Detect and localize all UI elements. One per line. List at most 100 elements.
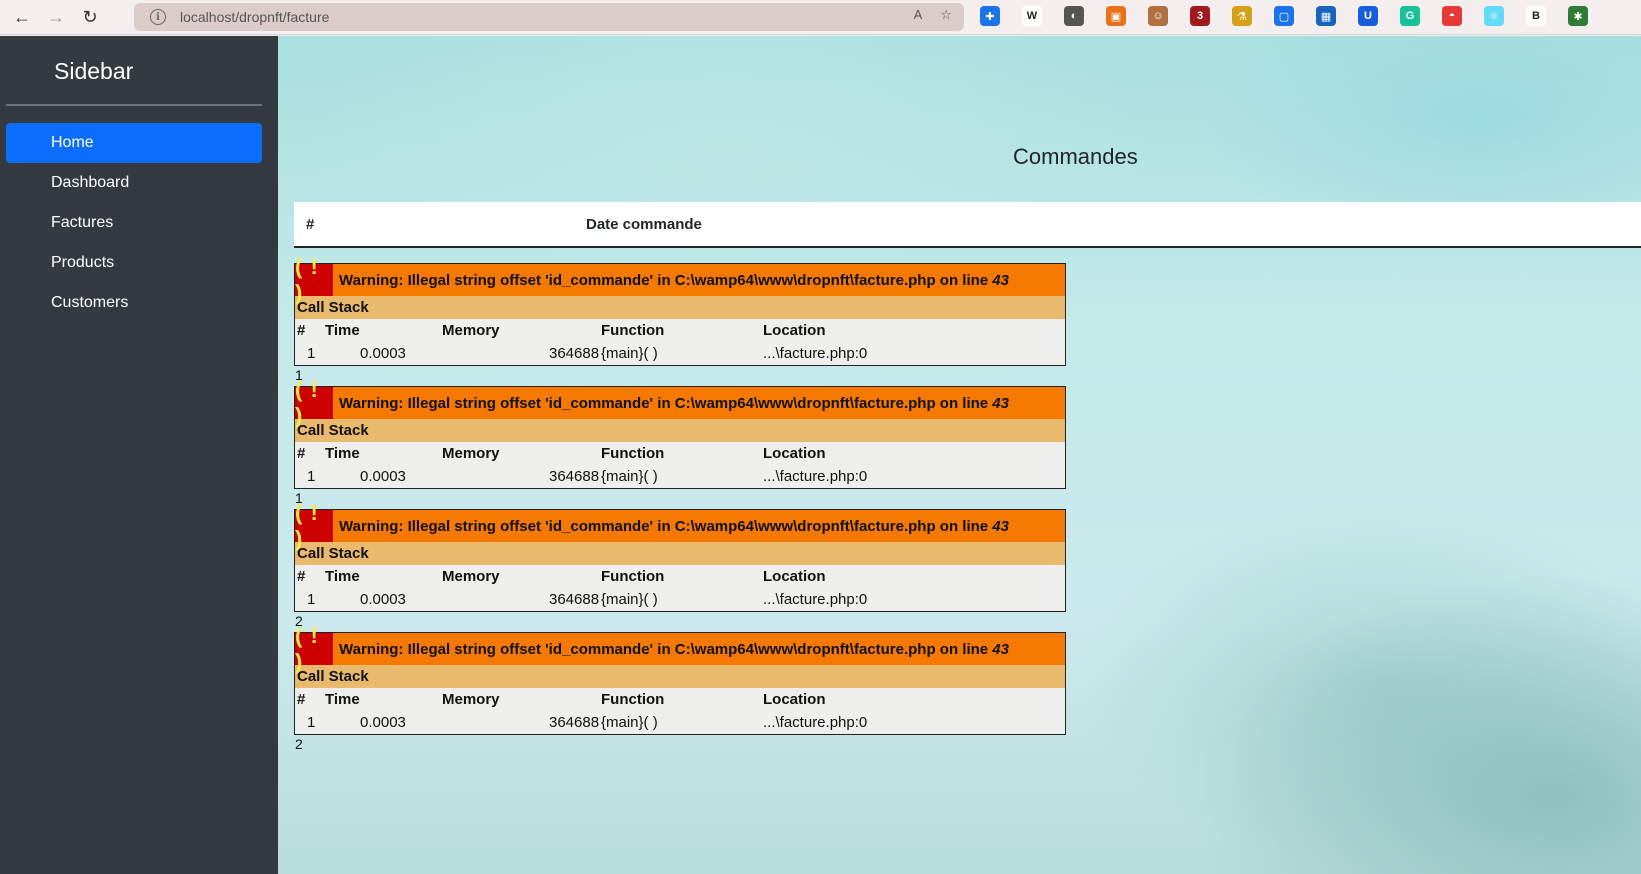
ext-grammarly-icon[interactable]: G [1400, 6, 1420, 26]
call-stack-cell: {main}( ) [601, 714, 658, 731]
sidebar-item-label: Products [51, 254, 115, 271]
xdebug-warning: ( ! ) Warning: Illegal string offset 'id_… [294, 254, 1066, 366]
call-stack-cell: ...\facture.php:0 [763, 714, 868, 731]
sidebar-item-label: Home [51, 134, 94, 151]
site-info-icon[interactable]: i [150, 9, 166, 25]
call-stack-header: # [297, 322, 306, 339]
warning-line-number: 43 [992, 271, 1009, 289]
call-stack-header: Location [763, 445, 826, 462]
favorite-star-icon[interactable]: ☆ [940, 7, 952, 23]
sidebar-item-customers[interactable]: Customers [6, 283, 262, 323]
call-stack-header: Memory [442, 568, 500, 585]
call-stack-cell: 1 [307, 468, 316, 485]
read-aloud-icon[interactable]: A [914, 7, 923, 23]
call-stack-cell: 364688 [549, 591, 600, 608]
call-stack-header: Time [325, 445, 360, 462]
call-stack-cell: 0.0003 [360, 714, 406, 731]
browser-toolbar: ← → ↻ i localhost/dropnft/facture A ☆ ✚ W… [0, 0, 1641, 35]
main-content: Commandes # Date commande ( ! ) Warning: … [278, 36, 1641, 874]
call-stack-header: Time [325, 322, 360, 339]
sidebar-nav: Home Dashboard Factures Products Customers [6, 123, 262, 323]
sidebar-item-label: Customers [51, 294, 129, 311]
call-stack-cell: {main}( ) [601, 345, 658, 362]
call-stack-header-row: # Time Memory Function Location [295, 442, 1065, 465]
back-icon[interactable]: ← [10, 5, 34, 29]
ext-b-icon[interactable]: B [1526, 6, 1546, 26]
reload-icon[interactable]: ↻ [78, 5, 102, 29]
sidebar-item-dashboard[interactable]: Dashboard [6, 163, 262, 203]
ext-gray-icon[interactable]: ◐ [1064, 6, 1084, 26]
page-title: Commandes [1013, 144, 1138, 169]
call-stack-header: Time [325, 568, 360, 585]
call-stack-header: Location [763, 691, 826, 708]
call-stack-header: Time [325, 691, 360, 708]
sidebar-item-home[interactable]: Home [6, 123, 262, 163]
address-bar[interactable]: i localhost/dropnft/facture A ☆ [134, 3, 964, 31]
ext-screen-icon[interactable]: ▢ [1274, 6, 1294, 26]
call-stack-header: # [297, 445, 306, 462]
sidebar-item-factures[interactable]: Factures [6, 203, 262, 243]
warning-icon: ( ! ) [295, 623, 333, 674]
column-header-id: # [306, 216, 315, 233]
call-stack-header: Function [601, 322, 665, 339]
call-stack-header: Location [763, 322, 826, 339]
warning-icon: ( ! ) [295, 500, 333, 551]
sidebar: Sidebar Home Dashboard Factures Products Cus… [0, 36, 278, 874]
warning-message: Warning: Illegal string offset 'id_comma… [339, 271, 1009, 289]
warning-line-number: 43 [992, 640, 1009, 658]
xdebug-warning: ( ! ) Warning: Illegal string offset 'id_… [294, 377, 1066, 489]
call-stack-header: Memory [442, 445, 500, 462]
call-stack-header-row: # Time Memory Function Location [295, 565, 1065, 588]
sidebar-divider [6, 104, 262, 106]
url-text[interactable]: localhost/dropnft/facture [180, 9, 329, 25]
call-stack-header: Memory [442, 691, 500, 708]
call-stack-cell: {main}( ) [601, 468, 658, 485]
call-stack-cell: ...\facture.php:0 [763, 345, 868, 362]
ext-orange-icon[interactable]: ▣ [1106, 6, 1126, 26]
sidebar-item-products[interactable]: Products [6, 243, 262, 283]
call-stack-row: 1 0.0003 364688 {main}( ) ...\facture.php:0 [295, 711, 1065, 734]
commandes-table-header: # Date commande [294, 202, 1641, 248]
call-stack-label: Call Stack [295, 542, 1065, 565]
warning-line-number: 43 [992, 394, 1009, 412]
ext-flask-icon[interactable]: ⚗ [1232, 6, 1252, 26]
xdebug-warning: ( ! ) Warning: Illegal string offset 'id_… [294, 500, 1066, 612]
call-stack-header: Memory [442, 322, 500, 339]
sidebar-title: Sidebar [54, 58, 134, 84]
sidebar-item-label: Dashboard [51, 174, 130, 191]
ext-blue-icon[interactable]: ✚ [980, 6, 1000, 26]
call-stack-header: # [297, 691, 306, 708]
call-stack-cell: 364688 [549, 714, 600, 731]
column-header-date: Date commande [586, 216, 702, 233]
ext-face-icon[interactable]: ☺ [1148, 6, 1168, 26]
call-stack-header: Location [763, 568, 826, 585]
call-stack-cell: 0.0003 [360, 345, 406, 362]
xdebug-warning: ( ! ) Warning: Illegal string offset 'id_… [294, 623, 1066, 735]
call-stack-cell: ...\facture.php:0 [763, 591, 868, 608]
forward-icon[interactable]: → [44, 5, 68, 29]
warning-header: ( ! ) Warning: Illegal string offset 'id_… [295, 377, 1065, 428]
call-stack-cell: 1 [307, 345, 316, 362]
warning-message: Warning: Illegal string offset 'id_comma… [339, 517, 1009, 535]
ext-poke-icon[interactable]: ◓ [1442, 6, 1462, 26]
sidebar-item-label: Factures [51, 214, 114, 231]
warning-header: ( ! ) Warning: Illegal string offset 'id_… [295, 254, 1065, 305]
ext-wikipedia-icon[interactable]: W [1022, 6, 1042, 26]
call-stack-cell: {main}( ) [601, 591, 658, 608]
call-stack-label: Call Stack [295, 419, 1065, 442]
ext-ublock-icon[interactable]: 3 [1190, 6, 1210, 26]
call-stack-cell: 0.0003 [360, 591, 406, 608]
call-stack-cell: ...\facture.php:0 [763, 468, 868, 485]
call-stack-row: 1 0.0003 364688 {main}( ) ...\facture.php:0 [295, 342, 1065, 365]
call-stack-cell: 364688 [549, 468, 600, 485]
ext-puzzle-icon[interactable]: ✱ [1568, 6, 1588, 26]
ext-grid-icon[interactable]: ▦ [1316, 6, 1336, 26]
warning-message: Warning: Illegal string offset 'id_comma… [339, 640, 1009, 658]
call-stack-header-row: # Time Memory Function Location [295, 319, 1065, 342]
call-stack-cell: 0.0003 [360, 468, 406, 485]
ext-react-icon[interactable]: ⚛ [1484, 6, 1504, 26]
call-stack-label: Call Stack [295, 665, 1065, 688]
warning-icon: ( ! ) [295, 377, 333, 428]
ext-bitwarden-icon[interactable]: U [1358, 6, 1378, 26]
call-stack-row: 1 0.0003 364688 {main}( ) ...\facture.php:0 [295, 588, 1065, 611]
